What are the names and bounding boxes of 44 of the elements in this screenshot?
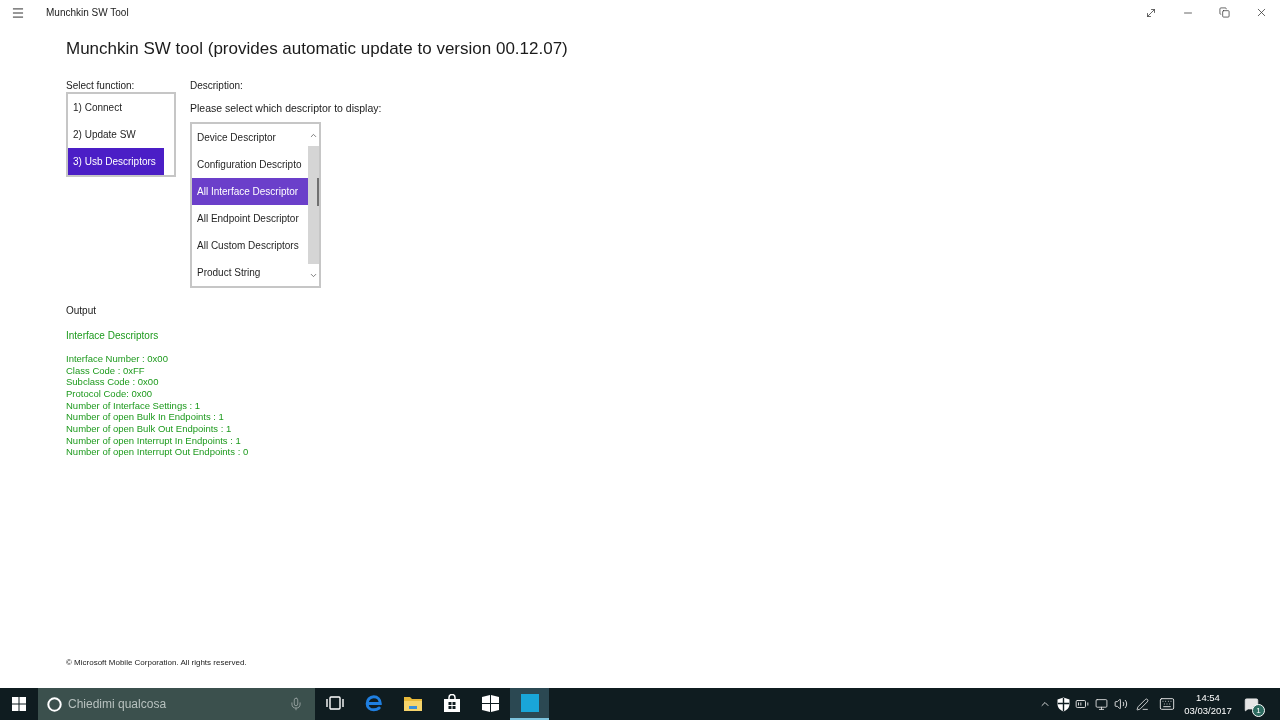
output-line: Number of open Bulk Out Endpoints : 1	[66, 422, 232, 435]
pen-icon[interactable]	[1135, 697, 1149, 711]
battery-icon[interactable]	[1075, 697, 1089, 711]
clock-time[interactable]: 14:54	[1196, 691, 1220, 704]
windows-logo-icon[interactable]	[12, 697, 26, 711]
menu-icon[interactable]	[11, 5, 25, 20]
output-line: Number of open Interrupt In Endpoints : 1	[66, 434, 241, 447]
scrollbar-track[interactable]	[308, 146, 319, 264]
browser-icon[interactable]	[363, 693, 384, 713]
output-line: Number of Interface Settings : 1	[66, 399, 201, 412]
function-label: Select function:	[66, 80, 135, 92]
shield-icon[interactable]	[1056, 696, 1070, 712]
expand-icon[interactable]	[1144, 6, 1157, 19]
output-line: Protocol Code: 0x00	[66, 387, 153, 400]
list-item[interactable]: 3) Usb Descriptors	[68, 148, 164, 175]
page-heading: Munchkin SW tool (provides automatic update to version 00.12.07)	[66, 38, 568, 60]
keyboard-icon[interactable]	[1158, 696, 1176, 712]
description-label: Description:	[190, 80, 243, 92]
output-line: Number of open Interrupt Out Endpoints : 0	[66, 446, 249, 458]
notification-count: 1	[1252, 704, 1265, 717]
search-field[interactable]: Chiedimi qualcosa	[38, 688, 315, 720]
folder-icon[interactable]	[402, 694, 423, 712]
window-title: Munchkin SW Tool	[46, 6, 129, 19]
clock-date[interactable]: 03/03/2017	[1184, 704, 1232, 717]
copyright-text: © Microsoft Mobile Corporation. All rights reserved.	[66, 658, 247, 668]
restore-icon[interactable]	[1219, 7, 1230, 18]
shopping-bag-icon[interactable]	[442, 693, 461, 713]
volume-icon[interactable]	[1113, 697, 1128, 711]
output-line: Subclass Code : 0x00	[66, 376, 159, 388]
tiles-icon[interactable]	[481, 693, 500, 713]
close-icon[interactable]	[1255, 6, 1268, 19]
output-label: Output	[66, 305, 97, 317]
microphone-icon[interactable]	[289, 697, 303, 711]
description-prompt: Please select which descriptor to display:	[190, 102, 382, 114]
scroll-thumb[interactable]	[317, 178, 319, 206]
output-line: Interface Number : 0x00	[66, 353, 168, 365]
output-title: Interface Descriptors	[66, 330, 159, 342]
output-line: Number of open Bulk In Endpoints : 1	[66, 411, 224, 423]
task-view-icon[interactable]	[325, 696, 344, 710]
list-item[interactable]: All Interface Descriptor	[192, 178, 308, 205]
output-line: Class Code : 0xFF	[66, 364, 145, 377]
app-tile-icon[interactable]	[520, 694, 539, 712]
monitor-icon[interactable]	[1094, 697, 1108, 711]
ring-icon	[47, 696, 62, 712]
